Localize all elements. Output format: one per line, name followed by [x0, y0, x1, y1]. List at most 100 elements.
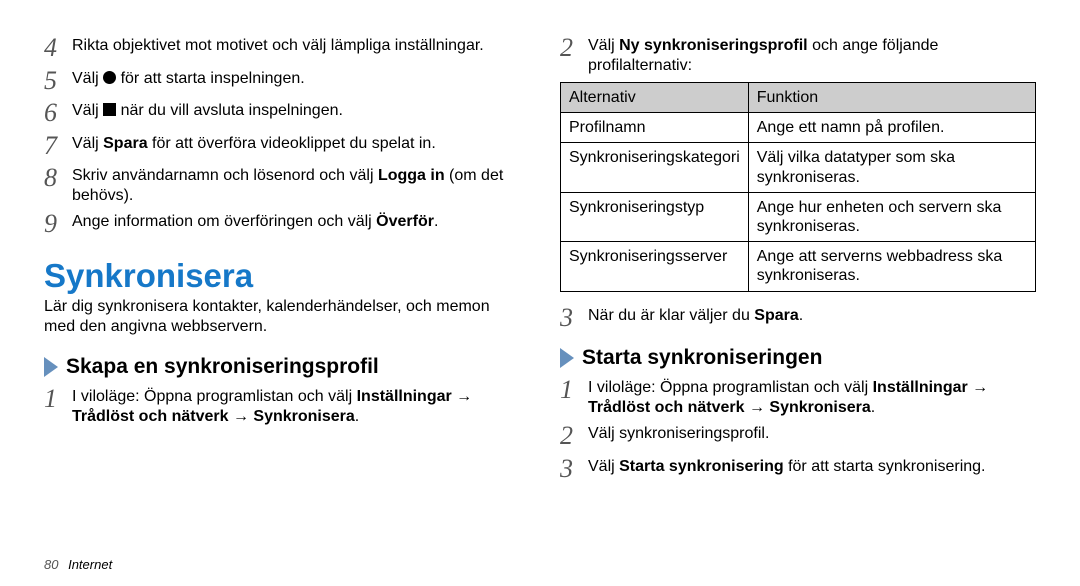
bold-label: Ny synkroniseringsprofil: [619, 37, 808, 54]
section-name: Internet: [68, 557, 112, 572]
th-alternativ: Alternativ: [561, 83, 749, 113]
text-post: för att starta inspelningen.: [116, 70, 305, 87]
step-4: 4 Rikta objektivet mot motivet och välj …: [44, 34, 520, 63]
record-circle-icon: [103, 71, 116, 84]
text-post: .: [871, 399, 875, 416]
text-pre: Välj: [588, 37, 619, 54]
bold-label: Synkronisera: [253, 408, 354, 425]
bold-label: Trådlöst och nätverk: [588, 399, 745, 416]
cell-option: Synkroniseringstyp: [561, 192, 749, 241]
step-number: 1: [560, 376, 588, 418]
step-8: 8 Skriv användarnamn och lösenord och vä…: [44, 164, 520, 206]
step-number: 1: [44, 385, 72, 427]
section-title-synkronisera: Synkronisera: [44, 257, 520, 295]
stop-square-icon: [103, 103, 116, 116]
bold-label: Logga in: [378, 167, 445, 184]
bold-label: Trådlöst och nätverk: [72, 408, 229, 425]
text-pre: Välj: [72, 135, 103, 152]
create-step-1: 1 I viloläge: Öppna programlistan och vä…: [44, 385, 520, 427]
bold-label: Inställningar: [873, 379, 968, 396]
step-number: 2: [560, 422, 588, 451]
subheader-create-profile: Skapa en synkroniseringsprofil: [44, 355, 520, 379]
step-5: 5 Välj för att starta inspelningen.: [44, 67, 520, 96]
right-column: 2 Välj Ny synkroniseringsprofil och ange…: [540, 30, 1036, 576]
cell-function: Ange ett namn på profilen.: [748, 113, 1035, 143]
arrow: →: [229, 408, 254, 425]
cell-function: Ange hur enheten och servern ska synkron…: [748, 192, 1035, 241]
step-number: 2: [560, 34, 588, 76]
text-post: .: [355, 408, 359, 425]
text-post: .: [434, 213, 438, 230]
chevron-right-icon: [44, 357, 58, 377]
left-column: 4 Rikta objektivet mot motivet och välj …: [44, 30, 540, 576]
text-pre: Ange information om överföringen och väl…: [72, 213, 376, 230]
bold-label: Starta synkronisering: [619, 458, 784, 475]
text-post: för att starta synkronisering.: [784, 458, 986, 475]
step-number: 8: [44, 164, 72, 206]
step-number: 5: [44, 67, 72, 96]
step-text: Välj Spara för att överföra videoklippet…: [72, 132, 520, 161]
bold-label: Inställningar: [357, 388, 452, 405]
start-step-3: 3 Välj Starta synkronisering för att sta…: [560, 455, 1036, 484]
text-post: när du vill avsluta inspelningen.: [116, 102, 343, 119]
step-text: Rikta objektivet mot motivet och välj lä…: [72, 34, 520, 63]
start-step-2: 2 Välj synkroniseringsprofil.: [560, 422, 1036, 451]
options-table: Alternativ Funktion Profilnamn Ange ett …: [560, 82, 1036, 292]
bold-label: Spara: [103, 135, 147, 152]
start-step-1: 1 I viloläge: Öppna programlistan och vä…: [560, 376, 1036, 418]
step-text: När du är klar väljer du Spara.: [588, 304, 1036, 333]
arrow: →: [968, 379, 988, 396]
subheader-label: Starta synkroniseringen: [582, 346, 822, 370]
step-text: I viloläge: Öppna programlistan och välj…: [72, 385, 520, 427]
cell-option: Synkroniseringskategori: [561, 143, 749, 192]
text-post: för att överföra videoklippet du spelat …: [148, 135, 436, 152]
table-row: Synkroniseringskategori Välj vilka datat…: [561, 143, 1036, 192]
step-text: Välj Ny synkroniseringsprofil och ange f…: [588, 34, 1036, 76]
text-pre: Skriv användarnamn och lösenord och välj: [72, 167, 378, 184]
step-7: 7 Välj Spara för att överföra videoklipp…: [44, 132, 520, 161]
bold-label: Överför: [376, 213, 434, 230]
section-lead: Lär dig synkronisera kontakter, kalender…: [44, 297, 520, 337]
cell-option: Synkroniseringsserver: [561, 242, 749, 291]
step-text: I viloläge: Öppna programlistan och välj…: [588, 376, 1036, 418]
chevron-right-icon: [560, 348, 574, 368]
table-row: Synkroniseringstyp Ange hur enheten och …: [561, 192, 1036, 241]
text-pre: I viloläge: Öppna programlistan och välj: [588, 379, 873, 396]
arrow: →: [452, 388, 472, 405]
cell-function: Välj vilka datatyper som ska synkroniser…: [748, 143, 1035, 192]
page-footer: 80 Internet: [44, 557, 112, 572]
step-9: 9 Ange information om överföringen och v…: [44, 210, 520, 239]
step-number: 6: [44, 99, 72, 128]
bold-label: Synkronisera: [769, 399, 870, 416]
text-pre: Välj: [588, 458, 619, 475]
step-number: 3: [560, 455, 588, 484]
step-text: Välj Starta synkronisering för att start…: [588, 455, 1036, 484]
text-pre: Välj: [72, 102, 103, 119]
manual-page: 4 Rikta objektivet mot motivet och välj …: [0, 0, 1080, 586]
subheader-start-sync: Starta synkroniseringen: [560, 346, 1036, 370]
subheader-label: Skapa en synkroniseringsprofil: [66, 355, 379, 379]
arrow: →: [745, 399, 770, 416]
step-number: 9: [44, 210, 72, 239]
cell-function: Ange att serverns webbadress ska synkron…: [748, 242, 1035, 291]
step-text: Ange information om överföringen och väl…: [72, 210, 520, 239]
step-number: 3: [560, 304, 588, 333]
text-post: .: [799, 307, 803, 324]
step-6: 6 Välj när du vill avsluta inspelningen.: [44, 99, 520, 128]
th-funktion: Funktion: [748, 83, 1035, 113]
text-pre: I viloläge: Öppna programlistan och välj: [72, 388, 357, 405]
table-row: Profilnamn Ange ett namn på profilen.: [561, 113, 1036, 143]
cell-option: Profilnamn: [561, 113, 749, 143]
step-number: 7: [44, 132, 72, 161]
step-text: Skriv användarnamn och lösenord och välj…: [72, 164, 520, 206]
text-pre: När du är klar väljer du: [588, 307, 754, 324]
step-text: Välj för att starta inspelningen.: [72, 67, 520, 96]
bold-label: Spara: [754, 307, 798, 324]
create-step-2: 2 Välj Ny synkroniseringsprofil och ange…: [560, 34, 1036, 76]
step-text: Välj när du vill avsluta inspelningen.: [72, 99, 520, 128]
page-number: 80: [44, 557, 58, 572]
create-step-3: 3 När du är klar väljer du Spara.: [560, 304, 1036, 333]
step-text: Välj synkroniseringsprofil.: [588, 422, 1036, 451]
text-pre: Välj: [72, 70, 103, 87]
step-number: 4: [44, 34, 72, 63]
